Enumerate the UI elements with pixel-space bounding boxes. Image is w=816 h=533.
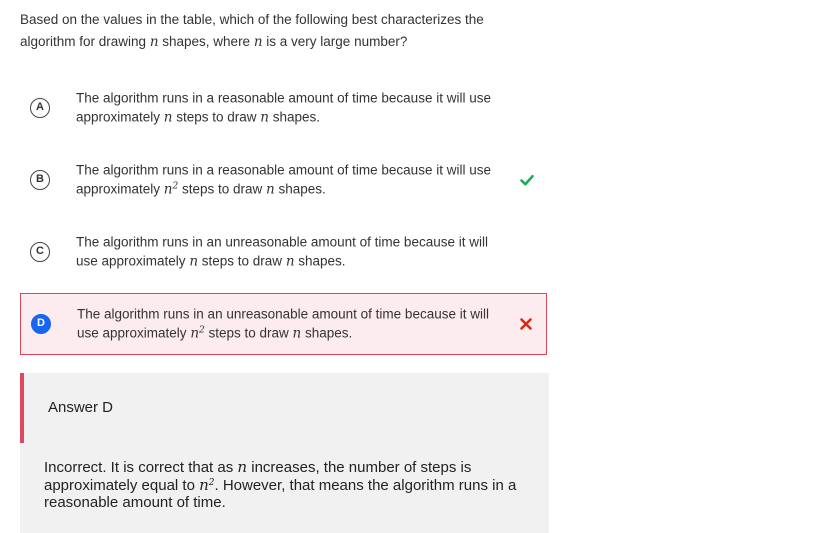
answer-title: Answer D — [48, 399, 114, 416]
choice-a[interactable]: A The algorithm runs in a reasonable amo… — [20, 77, 547, 139]
choice-b-letter-icon[interactable]: B — [30, 170, 50, 190]
question-variable-n: n — [149, 34, 159, 50]
choice-d-text: The algorithm runs in an unreasonable am… — [77, 306, 489, 342]
choice-c[interactable]: C The algorithm runs in an unreasonable … — [20, 221, 547, 283]
choice-d-letter-icon[interactable]: D — [31, 314, 51, 334]
explanation-panel: Answer D Incorrect. It is correct that a… — [20, 373, 549, 533]
choice-d[interactable]: D The algorithm runs in an unreasonable … — [20, 293, 547, 355]
question-prompt: Based on the values in the table, which … — [20, 9, 520, 53]
choice-a-letter-icon[interactable]: A — [30, 98, 50, 118]
choice-c-letter-icon[interactable]: C — [30, 242, 50, 262]
choice-c-text: The algorithm runs in an unreasonable am… — [76, 234, 488, 270]
choice-b[interactable]: B The algorithm runs in a reasonable amo… — [20, 149, 547, 211]
question-text-part3: is a very large number? — [262, 34, 408, 49]
question-text-part2: shapes, where — [158, 34, 254, 49]
choice-b-text: The algorithm runs in a reasonable amoun… — [76, 162, 491, 198]
explanation-accent-bar — [20, 373, 24, 443]
choice-a-text: The algorithm runs in a reasonable amoun… — [76, 90, 491, 126]
x-mark-icon — [520, 318, 532, 330]
checkmark-icon — [520, 174, 534, 186]
question-variable-n: n — [253, 34, 263, 50]
explanation-text: Incorrect. It is correct that as n incre… — [44, 458, 517, 511]
